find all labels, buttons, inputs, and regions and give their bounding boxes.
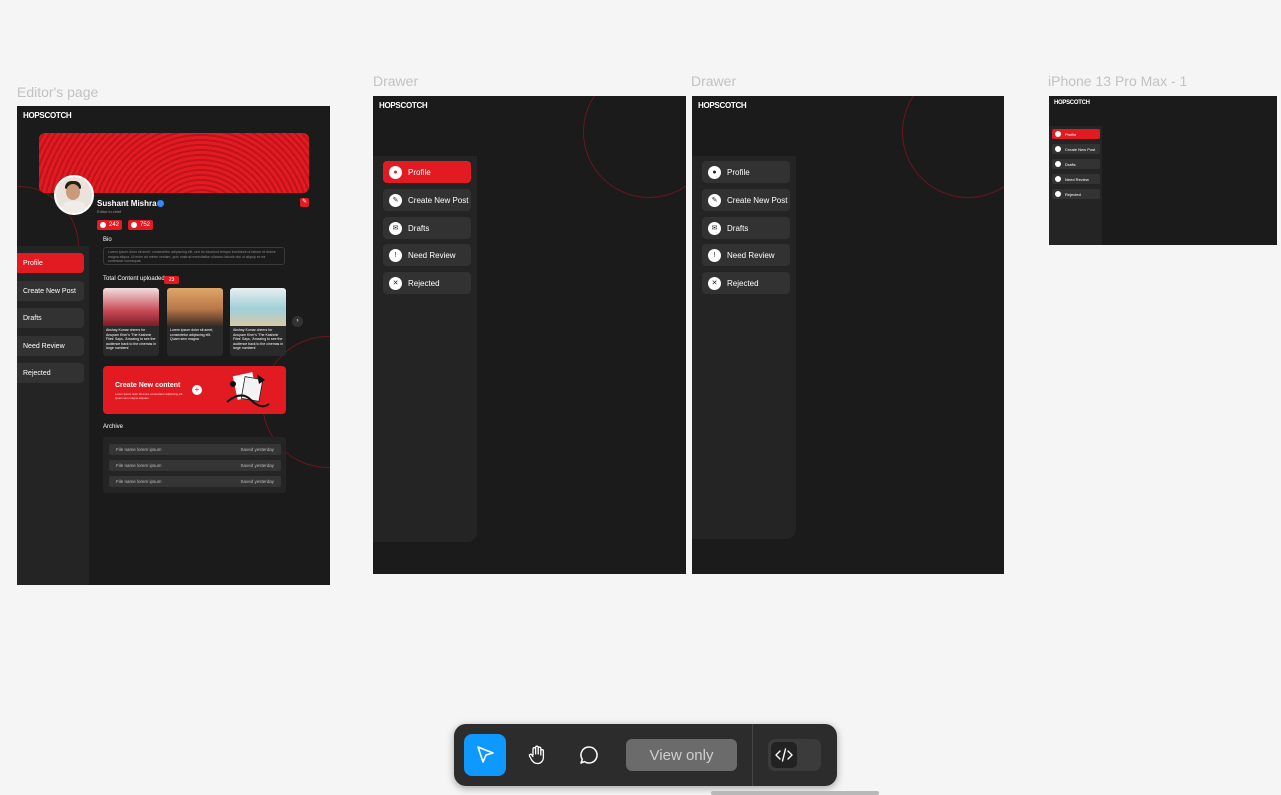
chevron-right-icon[interactable]: › [292, 316, 303, 327]
card-image [103, 288, 159, 326]
stat-badge: 752 [128, 220, 154, 230]
decor-ring [583, 96, 686, 198]
move-icon [477, 746, 494, 763]
iphone-frame: HOPSCOTCH Profile Create New Post Drafts… [1049, 96, 1277, 245]
mail-icon [1055, 161, 1061, 167]
move-tool-button[interactable] [464, 734, 506, 776]
cta-title: Create New content [115, 382, 181, 389]
comment-tool-button[interactable] [568, 734, 610, 776]
menu-item-rejected[interactable]: ✕ Rejected [702, 272, 790, 294]
content-count-badge: 23 [164, 276, 179, 284]
rejected-icon [1055, 191, 1061, 197]
editor-sidebar: Profile Create New Post Drafts Need Revi… [17, 246, 89, 585]
logo: HOPSCOTCH [1054, 100, 1090, 106]
archive-list: File name lorem ipsum Saved yesterday Fil… [103, 437, 286, 493]
card-text: Akshay Kumar cheers for Anupam Kher's 'T… [233, 328, 284, 351]
menu-item-profile[interactable]: ● Profile [383, 161, 471, 183]
frame-label-iphone[interactable]: iPhone 13 Pro Max - 1 [1048, 73, 1187, 89]
profile-name: Sushant Mishra [97, 199, 157, 208]
archive-row[interactable]: File name lorem ipsum Saved yesterday [109, 444, 281, 455]
target-icon [131, 222, 137, 228]
stat-badge: 242 [97, 220, 123, 230]
card-text: Akshay Kumar cheers for Anupam Kher's 'T… [106, 328, 157, 351]
menu-item-profile[interactable]: Profile [1052, 129, 1100, 139]
mail-icon: ✉ [708, 221, 721, 235]
sidebar-item-profile[interactable]: Profile [17, 253, 84, 273]
rejected-icon: ✕ [708, 276, 721, 290]
menu-item-need-review[interactable]: ! Need Review [383, 244, 471, 266]
code-icon [775, 748, 793, 762]
menu-item-create-new-post[interactable]: ✎ Create New Post [383, 189, 471, 211]
view-only-button[interactable]: View only [626, 739, 737, 771]
archive-row[interactable]: File name lorem ipsum Saved yesterday [109, 476, 281, 487]
drawer-frame-1: HOPSCOTCH ● Profile ✎ Create New Post ✉ Dra… [373, 96, 686, 574]
menu-item-need-review[interactable]: ! Need Review [702, 244, 790, 266]
dev-mode-knob [771, 742, 797, 768]
drawer-frame-2: HOPSCOTCH ● Profile ✎ Create New Post ✉ Dra… [692, 96, 1004, 574]
edit-profile-button[interactable]: ✎ [300, 198, 309, 207]
illustration-icon [226, 372, 270, 408]
user-icon: ● [389, 165, 402, 179]
editor-frame: HOPSCOTCH Sushant Mishra Editor in chief… [17, 106, 330, 585]
content-title: Total Content uploaded [103, 276, 165, 282]
drawer-panel: Profile Create New Post Drafts Need Revi… [1049, 126, 1102, 245]
menu-item-profile[interactable]: ● Profile [702, 161, 790, 183]
archive-title: Archive [103, 424, 124, 430]
archive-row[interactable]: File name lorem ipsum Saved yesterday [109, 460, 281, 471]
menu-item-drafts[interactable]: ✉ Drafts [383, 217, 471, 239]
create-content-banner[interactable]: Create New content Lorem ipsum dolor sit… [103, 366, 286, 414]
pencil-icon: ✎ [708, 193, 721, 207]
review-icon: ! [708, 248, 721, 262]
card-image [167, 288, 223, 326]
review-icon [1055, 176, 1061, 182]
heart-icon [100, 222, 106, 228]
menu-item-rejected[interactable]: ✕ Rejected [383, 272, 471, 294]
sidebar-item-drafts[interactable]: Drafts [17, 308, 84, 328]
hand-tool-button[interactable] [516, 734, 558, 776]
bottom-toolbar: View only [454, 724, 837, 786]
mail-icon: ✉ [389, 221, 402, 235]
user-icon [1055, 131, 1061, 137]
frame-label-editor[interactable]: Editor's page [17, 84, 98, 100]
avatar [54, 175, 94, 215]
logo: HOPSCOTCH [698, 101, 747, 110]
logo: HOPSCOTCH [379, 101, 428, 110]
frame-label-drawer-2[interactable]: Drawer [691, 73, 736, 89]
review-icon: ! [389, 248, 402, 262]
dev-mode-toggle[interactable] [768, 739, 821, 771]
bio-text: Lorem ipsum dolor sit amet, consectetur … [103, 247, 285, 265]
cta-subtitle: Lorem ipsum dolor sit amet, consectetur … [115, 392, 184, 400]
frame-label-drawer-1[interactable]: Drawer [373, 73, 418, 89]
rejected-icon: ✕ [389, 276, 402, 290]
profile-role: Editor in chief [97, 209, 122, 214]
drawer-panel: ● Profile ✎ Create New Post ✉ Drafts ! Need … [692, 156, 796, 539]
card-text: Lorem ipsum dolor sit amet, consectetur … [170, 328, 214, 342]
decor-ring [902, 96, 1004, 198]
horizontal-scrollbar[interactable] [711, 791, 879, 795]
pencil-icon: ✎ [389, 193, 402, 207]
sidebar-item-rejected[interactable]: Rejected [17, 363, 84, 383]
content-card[interactable]: Akshay Kumar cheers for Anupam Kher's 'T… [230, 288, 286, 356]
sidebar-item-need-review[interactable]: Need Review [17, 336, 84, 356]
pencil-icon [1055, 146, 1061, 152]
drawer-panel: ● Profile ✎ Create New Post ✉ Drafts ! Need … [373, 156, 477, 542]
content-card[interactable]: Akshay Kumar cheers for Anupam Kher's 'T… [103, 288, 159, 356]
menu-item-need-review[interactable]: Need Review [1052, 174, 1100, 184]
logo: HOPSCOTCH [23, 111, 72, 120]
sidebar-item-create-new-post[interactable]: Create New Post [17, 281, 84, 301]
bio-title: Bio [103, 237, 112, 243]
menu-item-create-new-post[interactable]: ✎ Create New Post [702, 189, 790, 211]
card-image [230, 288, 286, 326]
user-icon: ● [708, 165, 721, 179]
menu-item-drafts[interactable]: Drafts [1052, 159, 1100, 169]
plus-icon[interactable]: + [192, 385, 202, 395]
content-card[interactable]: Lorem ipsum dolor sit amet, consectetur … [167, 288, 223, 356]
menu-item-drafts[interactable]: ✉ Drafts [702, 217, 790, 239]
menu-item-rejected[interactable]: Rejected [1052, 189, 1100, 199]
verified-icon [157, 200, 164, 207]
comment-icon [580, 746, 598, 764]
toolbar-divider [752, 724, 753, 786]
menu-item-create-new-post[interactable]: Create New Post [1052, 144, 1100, 154]
hand-icon [528, 745, 545, 765]
